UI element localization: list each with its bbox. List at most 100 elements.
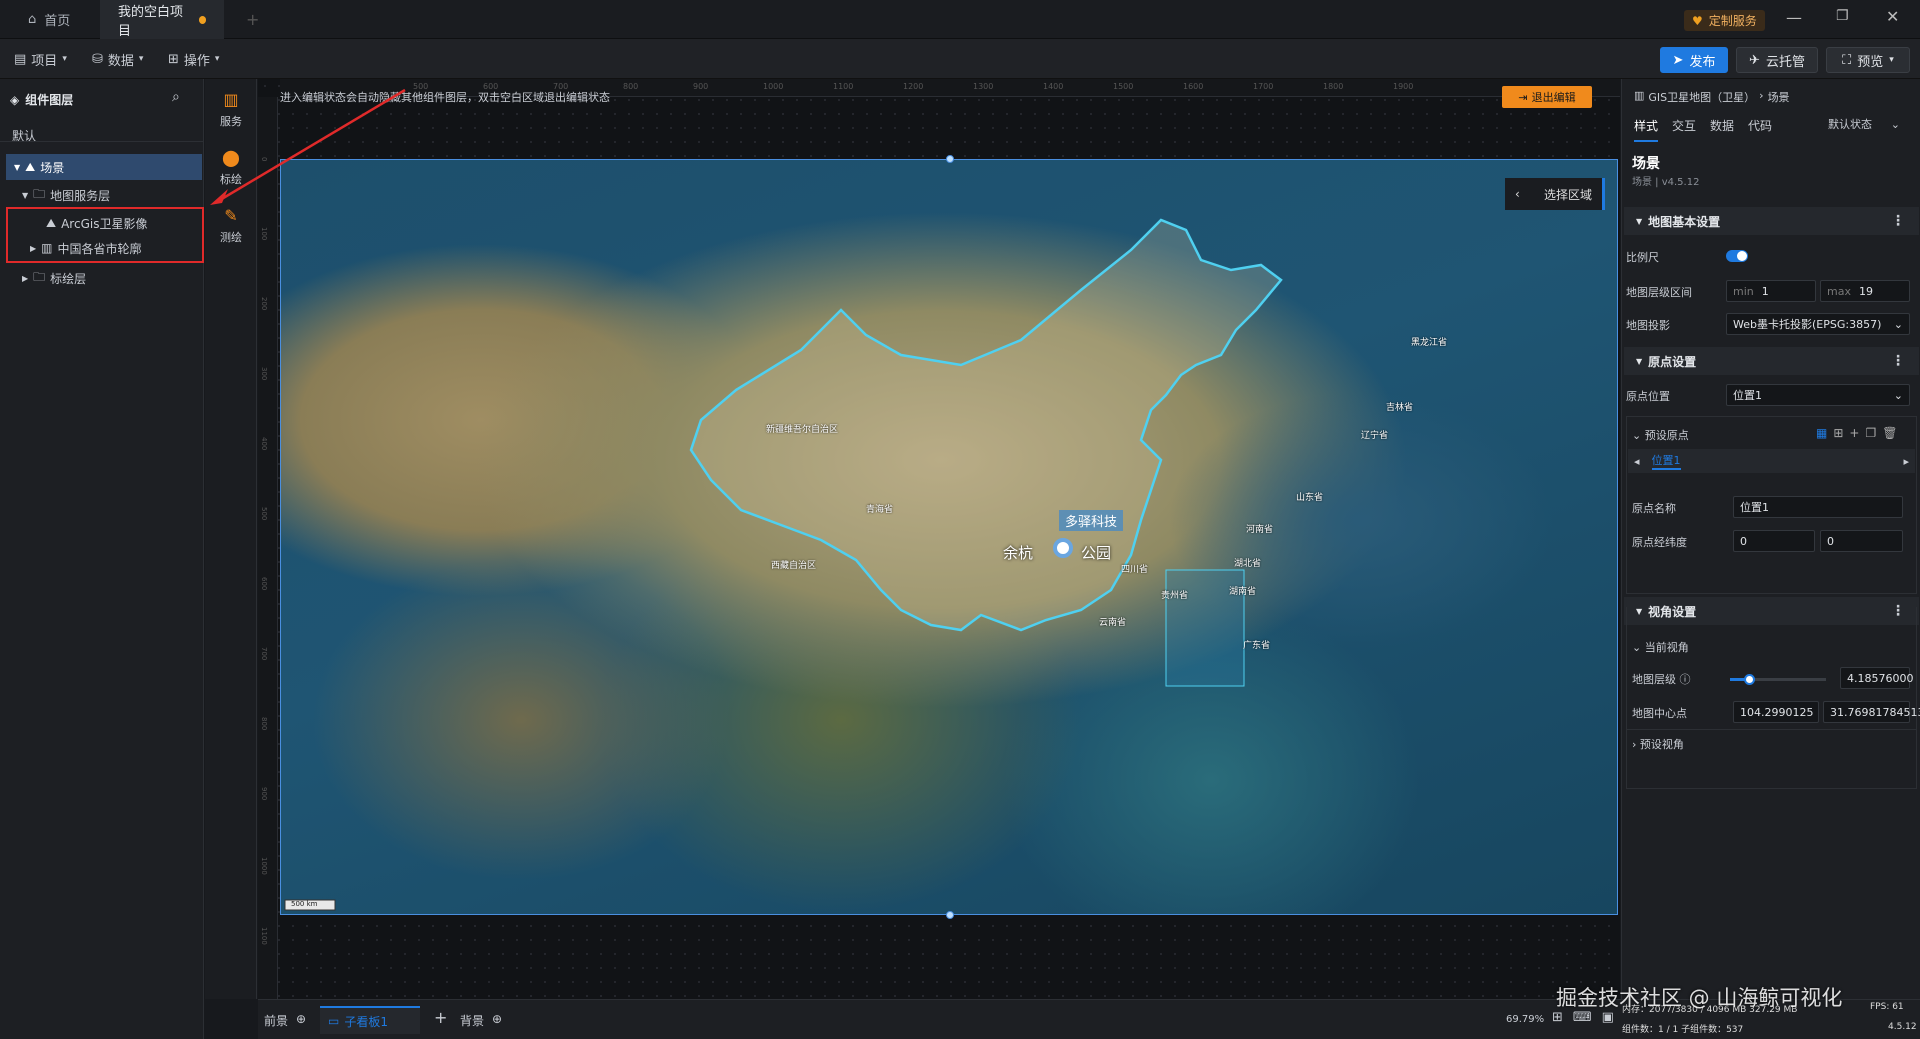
origin-lat-input[interactable]: 0 <box>1820 530 1903 552</box>
project-menu[interactable]: ▤ 项目 ▾ <box>14 47 67 71</box>
current-view-label[interactable]: ⌄ 当前视角 <box>1632 639 1689 655</box>
ruler-tick-label: 200 <box>260 297 268 311</box>
background-tab[interactable]: 背景 ⊕ <box>460 1012 502 1029</box>
select-area-button[interactable]: ‹ 选择区域 <box>1505 178 1605 210</box>
home-icon: ⌂ <box>28 12 37 27</box>
tree-item-china-outline[interactable]: ▶ ▥ 中国各省市轮廓 <box>6 235 202 261</box>
send-icon: ➤ <box>1672 52 1684 68</box>
search-icon[interactable]: ⌕ <box>172 89 180 105</box>
resize-handle-top[interactable] <box>946 155 954 163</box>
min-level-input[interactable]: min 1 <box>1726 280 1816 302</box>
ruler-tick-label: 1300 <box>973 82 994 91</box>
preset-origin-tabs: ◂ 位置1 ▸ <box>1628 449 1915 473</box>
section-basic[interactable]: ▼ 地图基本设置 ⋮ <box>1624 207 1919 235</box>
center-lat-input[interactable]: 31.76981784513 <box>1823 701 1920 723</box>
grid-icon[interactable]: ⊞ <box>1833 426 1843 440</box>
chevron-left-icon[interactable]: ◂ <box>1634 455 1640 468</box>
ruler-tick-label: 500 <box>260 507 268 521</box>
caret-right-icon: ▶ <box>22 273 29 283</box>
scale-label: 500 km <box>291 900 318 908</box>
data-menu[interactable]: ⛁ 数据 ▾ <box>92 47 143 71</box>
cloud-host-button[interactable]: ✈ 云托管 <box>1736 47 1818 73</box>
copy-icon[interactable]: ❐ <box>1865 426 1876 440</box>
poi-label-2: 公园 <box>1081 544 1112 562</box>
state-select[interactable]: 默认状态 ⌄ <box>1822 113 1906 135</box>
grid-icon: ⊞ <box>168 51 179 67</box>
preset-origin-actions: ▦ ⊞ + ❐ 🗑 <box>1816 426 1897 440</box>
ruler-tick-label: 700 <box>260 647 268 661</box>
projection-select[interactable]: Web墨卡托投影(EPSG:3857) ⌄ <box>1726 313 1910 335</box>
add-board-button[interactable]: + <box>434 1008 447 1027</box>
section-origin[interactable]: ▼ 原点设置 ⋮ <box>1624 347 1919 375</box>
tree-item-scene[interactable]: ▼ ⛰ 场景 <box>6 154 202 180</box>
tab-interaction[interactable]: 交互 <box>1672 117 1696 142</box>
tab-data[interactable]: 数据 <box>1710 117 1734 142</box>
add-circle-icon[interactable]: ⊕ <box>296 1012 306 1029</box>
project-tab[interactable]: 我的空白项目 <box>100 0 224 39</box>
ruler-tick-label: 600 <box>260 577 268 591</box>
map-level-input[interactable]: 4.18576000 <box>1840 667 1913 689</box>
more-icon[interactable]: ⋮ <box>1891 213 1905 229</box>
center-lng-input[interactable]: 104.2990125 <box>1733 701 1819 723</box>
map-center-label: 地图中心点 <box>1632 707 1687 720</box>
zoom-level[interactable]: 69.79% <box>1506 1014 1544 1025</box>
minimize-button[interactable]: — <box>1786 8 1802 27</box>
preview-button[interactable]: ⛶ 预览 ▾ <box>1826 47 1910 73</box>
province-label: 山东省 <box>1296 493 1324 503</box>
operate-menu[interactable]: ⊞ 操作 ▾ <box>168 47 219 71</box>
province-label: 湖北省 <box>1234 559 1262 569</box>
province-label: 湖南省 <box>1229 587 1257 597</box>
heart-icon: ♥ <box>1692 13 1703 28</box>
location-marker[interactable] <box>1053 538 1073 558</box>
resize-handle-bottom[interactable] <box>946 911 954 919</box>
caret-down-icon: ▼ <box>14 162 21 172</box>
satellite-map[interactable]: 500 km ‹ 选择区域 黑龙江省 吉林省 辽宁省 新疆维吾尔自治区 青海省 西藏自治区 山… <box>280 159 1618 915</box>
level-range-label: 地图层级区间 <box>1626 286 1692 299</box>
preset-tab[interactable]: 位置1 <box>1651 452 1681 470</box>
chevron-down-icon: ⌄ <box>1632 641 1642 654</box>
tree-item-map-service-layer[interactable]: ▼ 🗀 地图服务层 <box>6 182 202 208</box>
mountain-icon: ⛰ <box>46 215 57 230</box>
ruler-tick-label: 900 <box>260 787 268 801</box>
caret-down-icon: ▼ <box>22 190 29 200</box>
restore-button[interactable]: ❐ <box>1836 8 1849 24</box>
new-tab-button[interactable]: + <box>246 10 259 29</box>
terminal-icon[interactable]: ▣ <box>1602 1010 1614 1025</box>
map-level-slider[interactable] <box>1730 674 1826 685</box>
chevron-left-icon: ‹ <box>1515 187 1520 201</box>
chevron-right-icon[interactable]: ▸ <box>1903 455 1909 468</box>
preset-view-label[interactable]: › 预设视角 <box>1632 736 1684 752</box>
scale-toggle[interactable] <box>1726 250 1748 262</box>
add-icon[interactable]: + <box>1849 426 1859 440</box>
tree-item-plot-layer[interactable]: ▶ 🗀 标绘层 <box>6 265 202 291</box>
origin-lng-input[interactable]: 0 <box>1733 530 1815 552</box>
foreground-tab[interactable]: 前景 ⊕ <box>264 1012 306 1029</box>
ruler-tick-label: 1200 <box>903 82 924 91</box>
fit-icon[interactable]: ⊞ <box>1552 1010 1563 1025</box>
max-level-input[interactable]: max 19 <box>1820 280 1910 302</box>
province-label: 河南省 <box>1246 525 1274 535</box>
origin-name-input[interactable]: 位置1 <box>1733 496 1903 518</box>
trash-icon[interactable]: 🗑 <box>1882 426 1897 440</box>
tab-code[interactable]: 代码 <box>1748 117 1772 142</box>
property-panel: ▥ GIS卫星地图（卫星） › 场景 样式 交互 数据 代码 默认状态 ⌄ 场景 … <box>1621 79 1920 1039</box>
caret-right-icon: ▶ <box>30 243 37 253</box>
plane-icon: ✈ <box>1749 52 1760 68</box>
more-icon[interactable]: ⋮ <box>1891 353 1905 369</box>
publish-button[interactable]: ➤ 发布 <box>1660 47 1728 73</box>
chevron-down-icon: ⌄ <box>1893 388 1903 402</box>
preset-origin-label[interactable]: ⌄ 预设原点 <box>1632 427 1689 443</box>
custom-service-button[interactable]: ♥ 定制服务 <box>1684 10 1765 31</box>
origin-pos-select[interactable]: 位置1 ⌄ <box>1726 384 1910 406</box>
tab-style[interactable]: 样式 <box>1634 117 1659 142</box>
exit-edit-button[interactable]: ⇥ 退出编辑 <box>1502 86 1592 108</box>
keyboard-icon[interactable]: ⌨ <box>1573 1010 1592 1025</box>
ruler-tick-label: 1100 <box>260 927 268 945</box>
close-button[interactable]: ✕ <box>1886 7 1899 26</box>
table-icon[interactable]: ▦ <box>1816 426 1827 440</box>
projection-label: 地图投影 <box>1626 319 1670 332</box>
tree-item-arcgis[interactable]: ⛰ ArcGis卫星影像 <box>6 210 202 236</box>
board-tab[interactable]: ▭ 子看板1 <box>320 1006 420 1034</box>
add-circle-icon[interactable]: ⊕ <box>492 1012 502 1029</box>
home-tab[interactable]: ⌂ 首页 <box>10 0 88 39</box>
